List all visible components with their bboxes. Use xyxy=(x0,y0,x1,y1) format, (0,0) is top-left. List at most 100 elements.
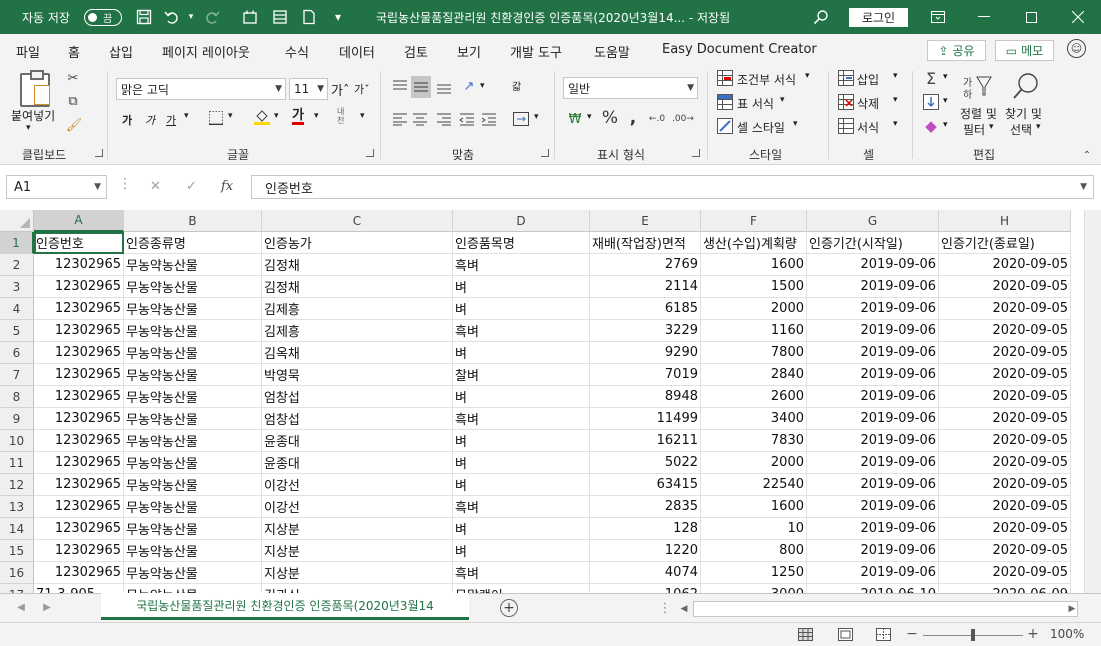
table-cell[interactable]: 2019-09-06 xyxy=(807,408,939,430)
table-cell[interactable]: 벼 xyxy=(453,276,590,298)
tab-insert[interactable]: 삽입 xyxy=(109,42,133,61)
column-header-f[interactable]: F xyxy=(701,210,807,232)
orientation-icon[interactable]: ↗ xyxy=(460,77,478,95)
search-icon[interactable] xyxy=(812,8,830,26)
font-color-dropdown-icon[interactable]: ▾ xyxy=(314,111,319,121)
table-cell[interactable]: 2019-09-06 xyxy=(807,452,939,474)
paste-dropdown-icon[interactable]: ▾ xyxy=(26,123,31,133)
table-cell[interactable]: 박영묵 xyxy=(262,364,453,386)
table-cell[interactable]: 2020-09-05 xyxy=(939,342,1071,364)
table-cell[interactable]: 3400 xyxy=(701,408,807,430)
header-cell[interactable]: 인증기간(시작일) xyxy=(807,232,939,254)
row-header[interactable]: 10 xyxy=(0,430,34,452)
conditional-format-dropdown-icon[interactable]: ▾ xyxy=(805,71,810,81)
insert-cells-icon[interactable] xyxy=(838,70,854,86)
align-middle-icon[interactable] xyxy=(411,76,431,98)
save-icon[interactable] xyxy=(135,8,153,26)
table-cell[interactable]: 2019-09-06 xyxy=(807,474,939,496)
formula-input[interactable]: 인증번호 ▼ xyxy=(251,175,1094,199)
customize-qat-icon[interactable]: ▾ xyxy=(329,8,347,26)
align-left-icon[interactable] xyxy=(391,110,409,128)
number-format-combo[interactable]: 일반 ▼ xyxy=(563,77,698,99)
normal-view-icon[interactable] xyxy=(797,627,813,642)
table-cell[interactable]: 2020-09-05 xyxy=(939,452,1071,474)
table-cell[interactable]: 지상분 xyxy=(262,518,453,540)
table-cell[interactable]: 윤종대 xyxy=(262,452,453,474)
table-cell[interactable]: 12302965 xyxy=(34,408,124,430)
find-select-label-2[interactable]: 선택 xyxy=(1010,121,1032,138)
zoom-in-icon[interactable]: + xyxy=(1027,626,1039,642)
sort-filter-dropdown-icon[interactable]: ▾ xyxy=(989,122,994,132)
close-icon[interactable] xyxy=(1055,0,1101,34)
table-cell[interactable]: 2019-09-06 xyxy=(807,562,939,584)
table-cell[interactable]: 김관식 xyxy=(262,584,453,593)
table-cell[interactable]: 흑벼 xyxy=(453,562,590,584)
shrink-font-button[interactable]: 가ˇ xyxy=(354,81,370,97)
table-cell[interactable]: 찰벼 xyxy=(453,364,590,386)
table-cell[interactable]: 2019-09-06 xyxy=(807,540,939,562)
table-cell[interactable]: 12302965 xyxy=(34,386,124,408)
table-cell[interactable]: 흑벼 xyxy=(453,254,590,276)
table-cell[interactable]: 김옥채 xyxy=(262,342,453,364)
worksheet-grid[interactable]: A B C D E F G H 1 인증번호 인증종류명 인증농가 인증품목명 재배(작업장)면적 생산(수… xyxy=(0,210,1101,593)
table-cell[interactable]: 2020-09-05 xyxy=(939,408,1071,430)
row-header[interactable]: 14 xyxy=(0,518,34,540)
form-icon[interactable] xyxy=(271,8,289,26)
table-cell[interactable]: 2020-09-05 xyxy=(939,430,1071,452)
table-cell[interactable]: 무농약농산물 xyxy=(124,408,262,430)
table-cell[interactable]: 2019-09-06 xyxy=(807,518,939,540)
table-cell[interactable]: 이강선 xyxy=(262,496,453,518)
accounting-dropdown-icon[interactable]: ▾ xyxy=(587,112,592,122)
row-header[interactable]: 2 xyxy=(0,254,34,276)
table-cell[interactable]: 71-3-905 xyxy=(34,584,124,593)
table-cell[interactable]: 2019-09-06 xyxy=(807,298,939,320)
delete-cells-dropdown-icon[interactable]: ▾ xyxy=(893,95,898,105)
fill-color-dropdown-icon[interactable]: ▾ xyxy=(274,111,279,121)
table-cell[interactable]: 2020-09-05 xyxy=(939,276,1071,298)
table-cell[interactable]: 벼 xyxy=(453,298,590,320)
phonetic-button[interactable]: 내천 xyxy=(337,107,351,125)
table-cell[interactable]: 12302965 xyxy=(34,474,124,496)
table-cell[interactable]: 63415 xyxy=(590,474,701,496)
table-cell[interactable]: 엄창섭 xyxy=(262,408,453,430)
table-cell[interactable]: 12302965 xyxy=(34,496,124,518)
undo-icon[interactable] xyxy=(163,8,181,26)
format-cells-icon[interactable] xyxy=(838,118,854,134)
table-cell[interactable]: 1600 xyxy=(701,254,807,276)
header-cell[interactable]: 재배(작업장)면적 xyxy=(590,232,701,254)
table-cell[interactable]: 무농약농산물 xyxy=(124,298,262,320)
cell-styles-icon[interactable] xyxy=(717,118,733,134)
table-cell[interactable]: 무농약농산물 xyxy=(124,474,262,496)
page-break-view-icon[interactable] xyxy=(875,627,891,642)
login-button[interactable]: 로그인 xyxy=(849,8,908,27)
table-cell[interactable]: 2020-09-05 xyxy=(939,540,1071,562)
tab-review[interactable]: 검토 xyxy=(404,42,428,61)
increase-indent-icon[interactable] xyxy=(480,110,498,128)
vertical-scrollbar[interactable] xyxy=(1084,210,1101,593)
table-cell[interactable]: 2600 xyxy=(701,386,807,408)
fill-color-icon[interactable] xyxy=(253,108,271,126)
table-cell[interactable]: 무농약농산물 xyxy=(124,584,262,593)
row-header[interactable]: 5 xyxy=(0,320,34,342)
table-cell[interactable]: 엄창섭 xyxy=(262,386,453,408)
table-cell[interactable]: 1500 xyxy=(701,276,807,298)
table-cell[interactable]: 무농약농산물 xyxy=(124,254,262,276)
table-cell[interactable]: 12302965 xyxy=(34,298,124,320)
clipboard-launcher-icon[interactable] xyxy=(95,149,103,157)
clear-icon[interactable]: ◆ xyxy=(922,117,940,135)
table-cell[interactable]: 2019-09-06 xyxy=(807,496,939,518)
zoom-level[interactable]: 100% xyxy=(1050,627,1084,641)
font-size-combo[interactable]: 11 ▼ xyxy=(289,78,328,100)
row-header[interactable]: 11 xyxy=(0,452,34,474)
table-cell[interactable]: 무농약농산물 xyxy=(124,540,262,562)
align-top-icon[interactable] xyxy=(391,78,409,96)
table-cell[interactable]: 2020-09-05 xyxy=(939,518,1071,540)
copy-icon[interactable]: ⧉ xyxy=(66,94,80,109)
phonetic-dropdown-icon[interactable]: ▾ xyxy=(360,111,365,121)
insert-cells-button[interactable]: 삽입 xyxy=(857,71,879,88)
table-cell[interactable]: 1160 xyxy=(701,320,807,342)
table-cell[interactable]: 2019-09-06 xyxy=(807,254,939,276)
undo-dropdown-icon[interactable]: ▾ xyxy=(182,8,200,26)
row-header[interactable]: 16 xyxy=(0,562,34,584)
autosum-dropdown-icon[interactable]: ▾ xyxy=(943,72,948,82)
